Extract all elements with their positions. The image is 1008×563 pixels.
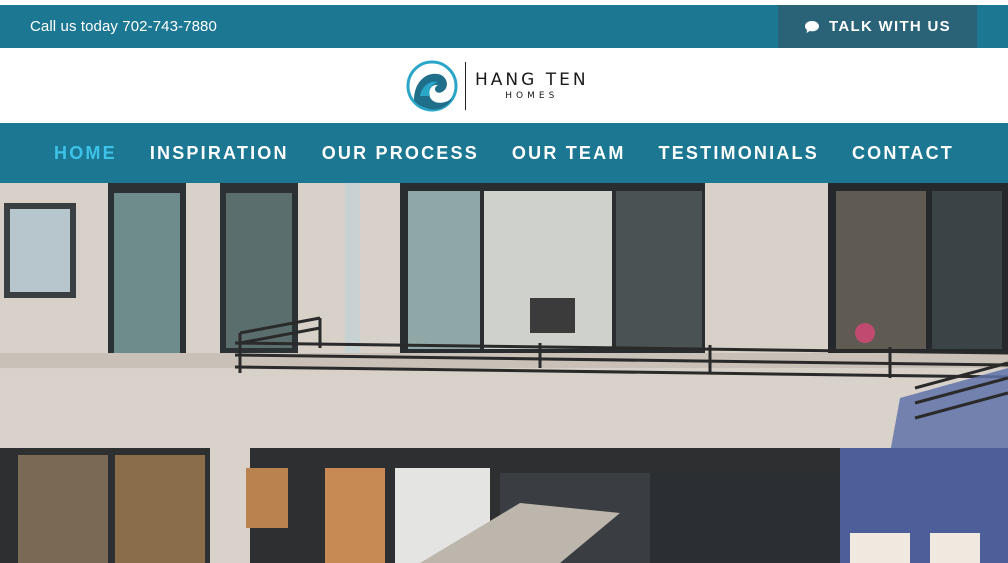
nav-item-testimonials[interactable]: TESTIMONIALS — [659, 143, 819, 164]
main-nav: HOME INSPIRATION OUR PROCESS OUR TEAM TE… — [0, 123, 1008, 183]
logo-wordmark: HANG TEN HOMES — [475, 69, 589, 102]
nav-item-home[interactable]: HOME — [54, 143, 117, 164]
hero-image — [0, 183, 1008, 563]
top-bar: Call us today 702-743-7880 TALK WITH US — [0, 5, 1008, 48]
talk-with-us-label: TALK WITH US — [829, 18, 951, 35]
logo-line-1: HANG TEN — [475, 69, 589, 90]
site-logo[interactable]: HANG TEN HOMES — [406, 60, 589, 112]
nav-item-our-process[interactable]: OUR PROCESS — [322, 143, 479, 164]
chat-bubble-icon — [804, 20, 820, 34]
talk-with-us-button[interactable]: TALK WITH US — [778, 5, 977, 48]
site-header: HANG TEN HOMES — [0, 48, 1008, 123]
nav-item-our-team[interactable]: OUR TEAM — [512, 143, 626, 164]
nav-item-contact[interactable]: CONTACT — [852, 143, 954, 164]
call-us-text[interactable]: Call us today 702-743-7880 — [30, 5, 217, 48]
logo-line-2: HOMES — [505, 90, 559, 101]
house-photo — [0, 183, 1008, 563]
nav-item-inspiration[interactable]: INSPIRATION — [150, 143, 289, 164]
wave-logo-icon — [406, 60, 458, 112]
logo-divider — [465, 62, 466, 110]
